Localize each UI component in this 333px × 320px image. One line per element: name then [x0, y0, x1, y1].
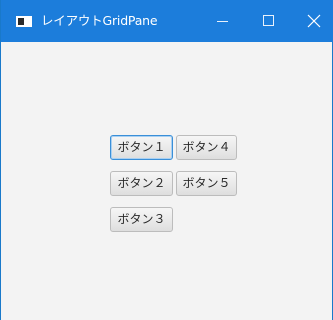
- button-3[interactable]: ボタン３: [110, 207, 173, 232]
- close-button[interactable]: [291, 0, 333, 42]
- window-title: レイアウトGridPane: [41, 13, 158, 28]
- app-window: レイアウトGridPane ボタン１ ボタン４ ボタン２ ボタン５ ボタン３: [0, 0, 333, 320]
- maximize-icon: [263, 15, 274, 26]
- title-bar[interactable]: レイアウトGridPane: [1, 0, 333, 42]
- button-4[interactable]: ボタン４: [176, 135, 237, 160]
- app-window-icon[interactable]: [16, 16, 32, 27]
- maximize-button[interactable]: [246, 0, 292, 42]
- button-1[interactable]: ボタン１: [110, 135, 173, 160]
- minimize-icon: [217, 21, 228, 22]
- close-icon: [307, 14, 321, 28]
- button-5[interactable]: ボタン５: [176, 171, 237, 196]
- minimize-button[interactable]: [200, 0, 246, 42]
- button-2[interactable]: ボタン２: [110, 171, 173, 196]
